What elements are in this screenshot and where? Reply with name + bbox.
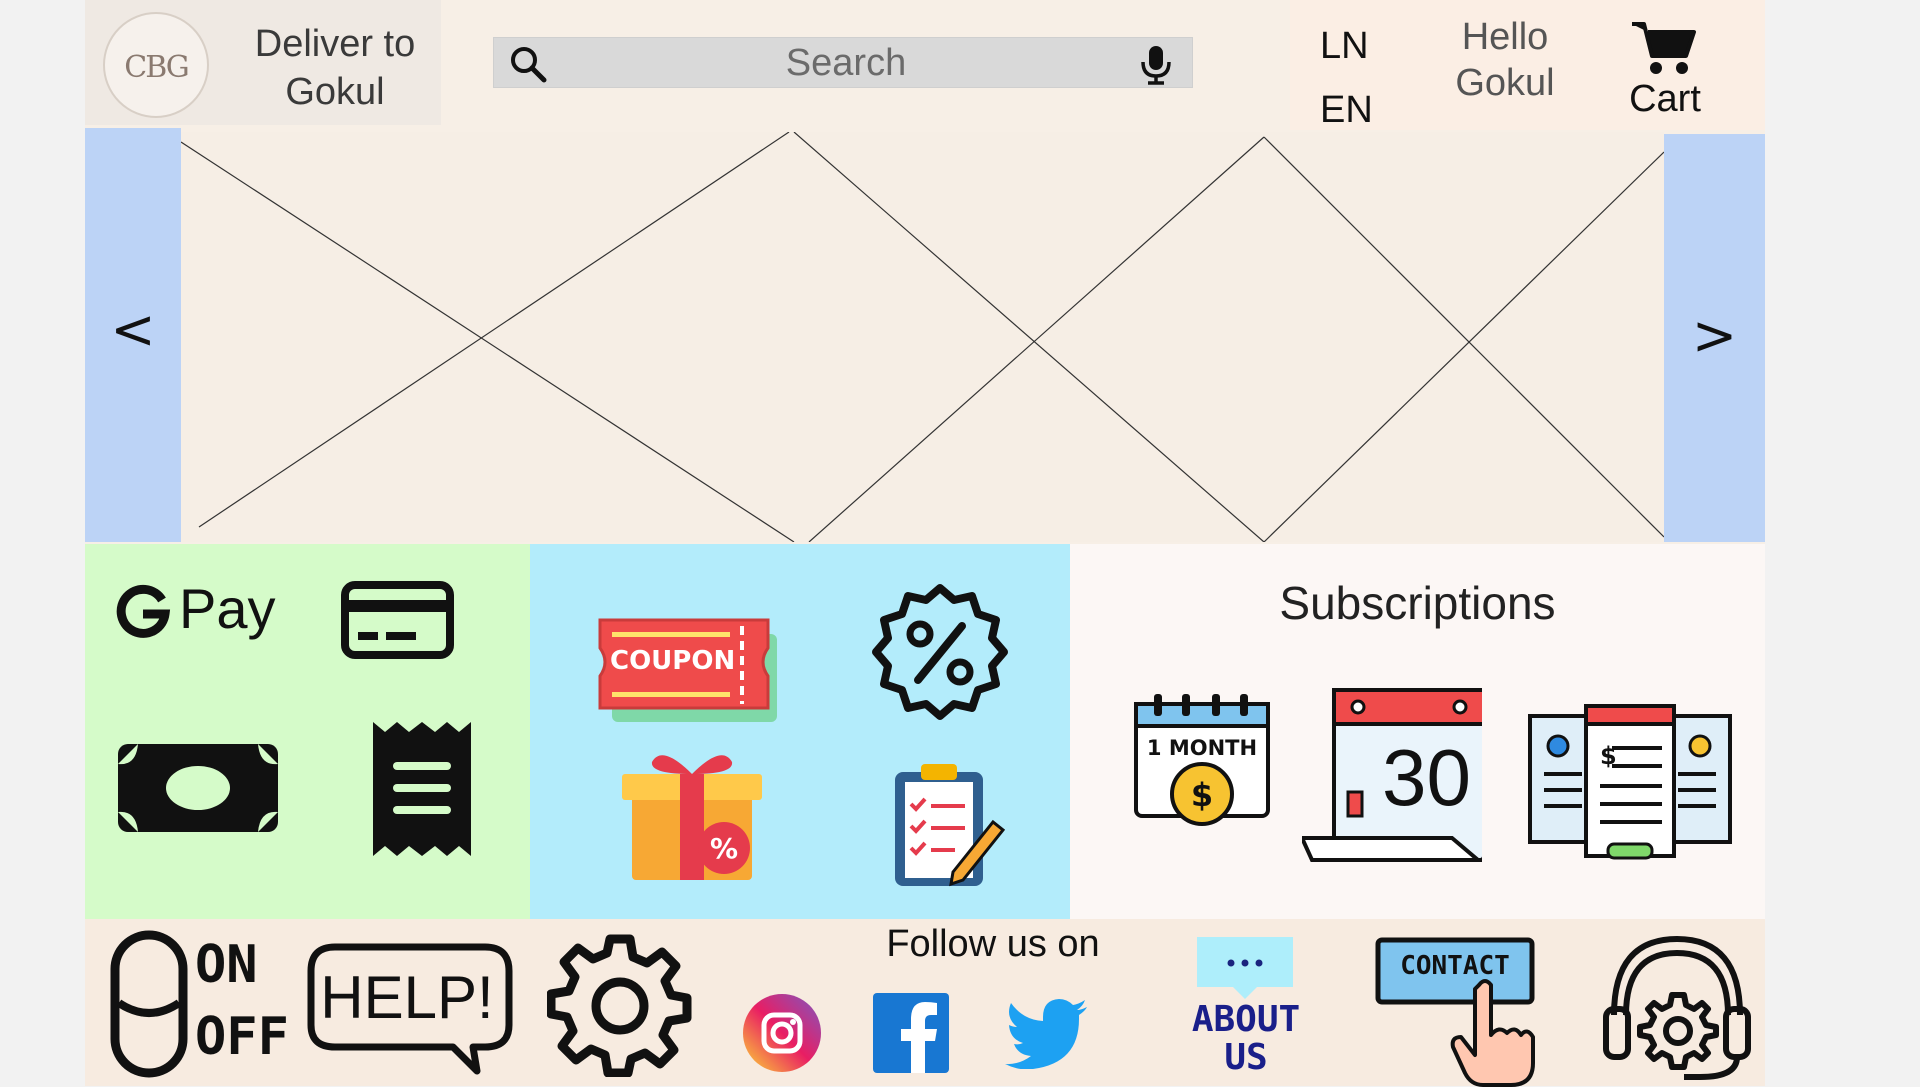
cart-icon — [1632, 22, 1696, 74]
monthly-plan-label: 1 MONTH — [1146, 736, 1258, 760]
about-chat-bubble-icon — [1197, 937, 1293, 999]
language-line1: LN — [1320, 25, 1369, 67]
gpay-button[interactable]: Pay — [115, 574, 295, 644]
about-us-label-line1: ABOUT — [1191, 999, 1301, 1040]
chevron-right-icon: > — [1691, 304, 1738, 367]
discount-badge-icon[interactable] — [870, 582, 1010, 722]
logo[interactable]: CBG — [103, 12, 209, 118]
follow-us-label: Follow us on — [886, 923, 1100, 965]
toggle-switch-icon — [110, 930, 188, 1078]
receipt-icon[interactable] — [373, 722, 471, 856]
deliver-to[interactable]: Deliver to Gokul — [235, 20, 435, 116]
cash-icon[interactable] — [118, 744, 278, 832]
gift-box-icon[interactable]: % — [622, 744, 767, 884]
carousel-next-button[interactable]: > — [1664, 134, 1765, 542]
svg-text:%: % — [710, 832, 738, 865]
help-button[interactable]: HELP! — [305, 943, 515, 1075]
thirty-day-plan-button[interactable]: 30 — [1302, 688, 1482, 868]
cart-button[interactable]: Cart — [1610, 18, 1720, 121]
deliver-name: Gokul — [285, 71, 385, 113]
contact-label: CONTACT — [1400, 951, 1510, 981]
banner-image-placeholder[interactable] — [181, 132, 1664, 542]
svg-text:$: $ — [1600, 742, 1617, 770]
microphone-icon[interactable] — [1134, 42, 1178, 86]
coupon-button[interactable]: COUPON — [592, 616, 782, 724]
placeholder-cross-lines — [181, 132, 1664, 542]
settings-gear-icon[interactable] — [547, 931, 693, 1077]
off-label: OFF — [195, 1007, 289, 1067]
deals-panel: COUPON % — [530, 544, 1070, 919]
cart-label: Cart — [1629, 78, 1701, 120]
payments-panel: Pay — [85, 544, 530, 919]
on-label: ON — [195, 935, 258, 995]
greeting-name: Gokul — [1455, 62, 1555, 104]
footer: ON OFF HELP! Follow us on ABOUT US CONTA… — [85, 919, 1765, 1087]
coupon-label: COUPON — [610, 646, 736, 676]
monthly-plan-button[interactable]: $ 1 MONTH — [1134, 694, 1270, 834]
facebook-icon[interactable] — [873, 993, 949, 1073]
about-us-label-line2: US — [1224, 1037, 1268, 1078]
credit-card-icon[interactable] — [340, 580, 455, 660]
subscriptions-title: Subscriptions — [1279, 577, 1556, 629]
language-selector[interactable]: LN EN — [1320, 14, 1400, 142]
account-greeting[interactable]: Hello Gokul — [1430, 14, 1580, 106]
subscriptions-panel: Subscriptions $ 1 MONTH 30 $ — [1070, 544, 1765, 919]
google-g-icon — [116, 584, 171, 638]
instagram-icon[interactable] — [742, 993, 822, 1073]
about-us-button[interactable]: ABOUT US — [1189, 937, 1303, 1082]
plan-brochure-icon[interactable]: $ — [1528, 704, 1732, 864]
on-off-toggle[interactable]: ON OFF — [109, 929, 289, 1079]
help-label: HELP! — [320, 964, 494, 1031]
twitter-icon[interactable] — [1005, 999, 1089, 1069]
greeting-hello: Hello — [1461, 16, 1549, 58]
account-area: LN EN Hello Gokul Cart — [1290, 0, 1765, 131]
contact-button[interactable]: CONTACT — [1375, 937, 1535, 1087]
checklist-clipboard-icon[interactable] — [893, 760, 1005, 890]
search-input[interactable] — [564, 38, 1128, 89]
search-bar — [493, 37, 1193, 89]
customer-support-headset-icon[interactable] — [1600, 931, 1754, 1081]
day-number: 30 — [1382, 733, 1471, 822]
gpay-label: Pay — [179, 577, 276, 640]
chevron-left-icon: < — [110, 298, 156, 361]
brand-area: CBG Deliver to Gokul — [85, 0, 441, 125]
search-icon[interactable] — [508, 44, 548, 84]
svg-text:$: $ — [1191, 776, 1213, 814]
logo-text: CBG — [124, 50, 190, 85]
deliver-label: Deliver to — [254, 23, 416, 65]
monthly-calendar-icon: $ — [1134, 694, 1270, 826]
carousel-prev-button[interactable]: < — [85, 128, 181, 542]
